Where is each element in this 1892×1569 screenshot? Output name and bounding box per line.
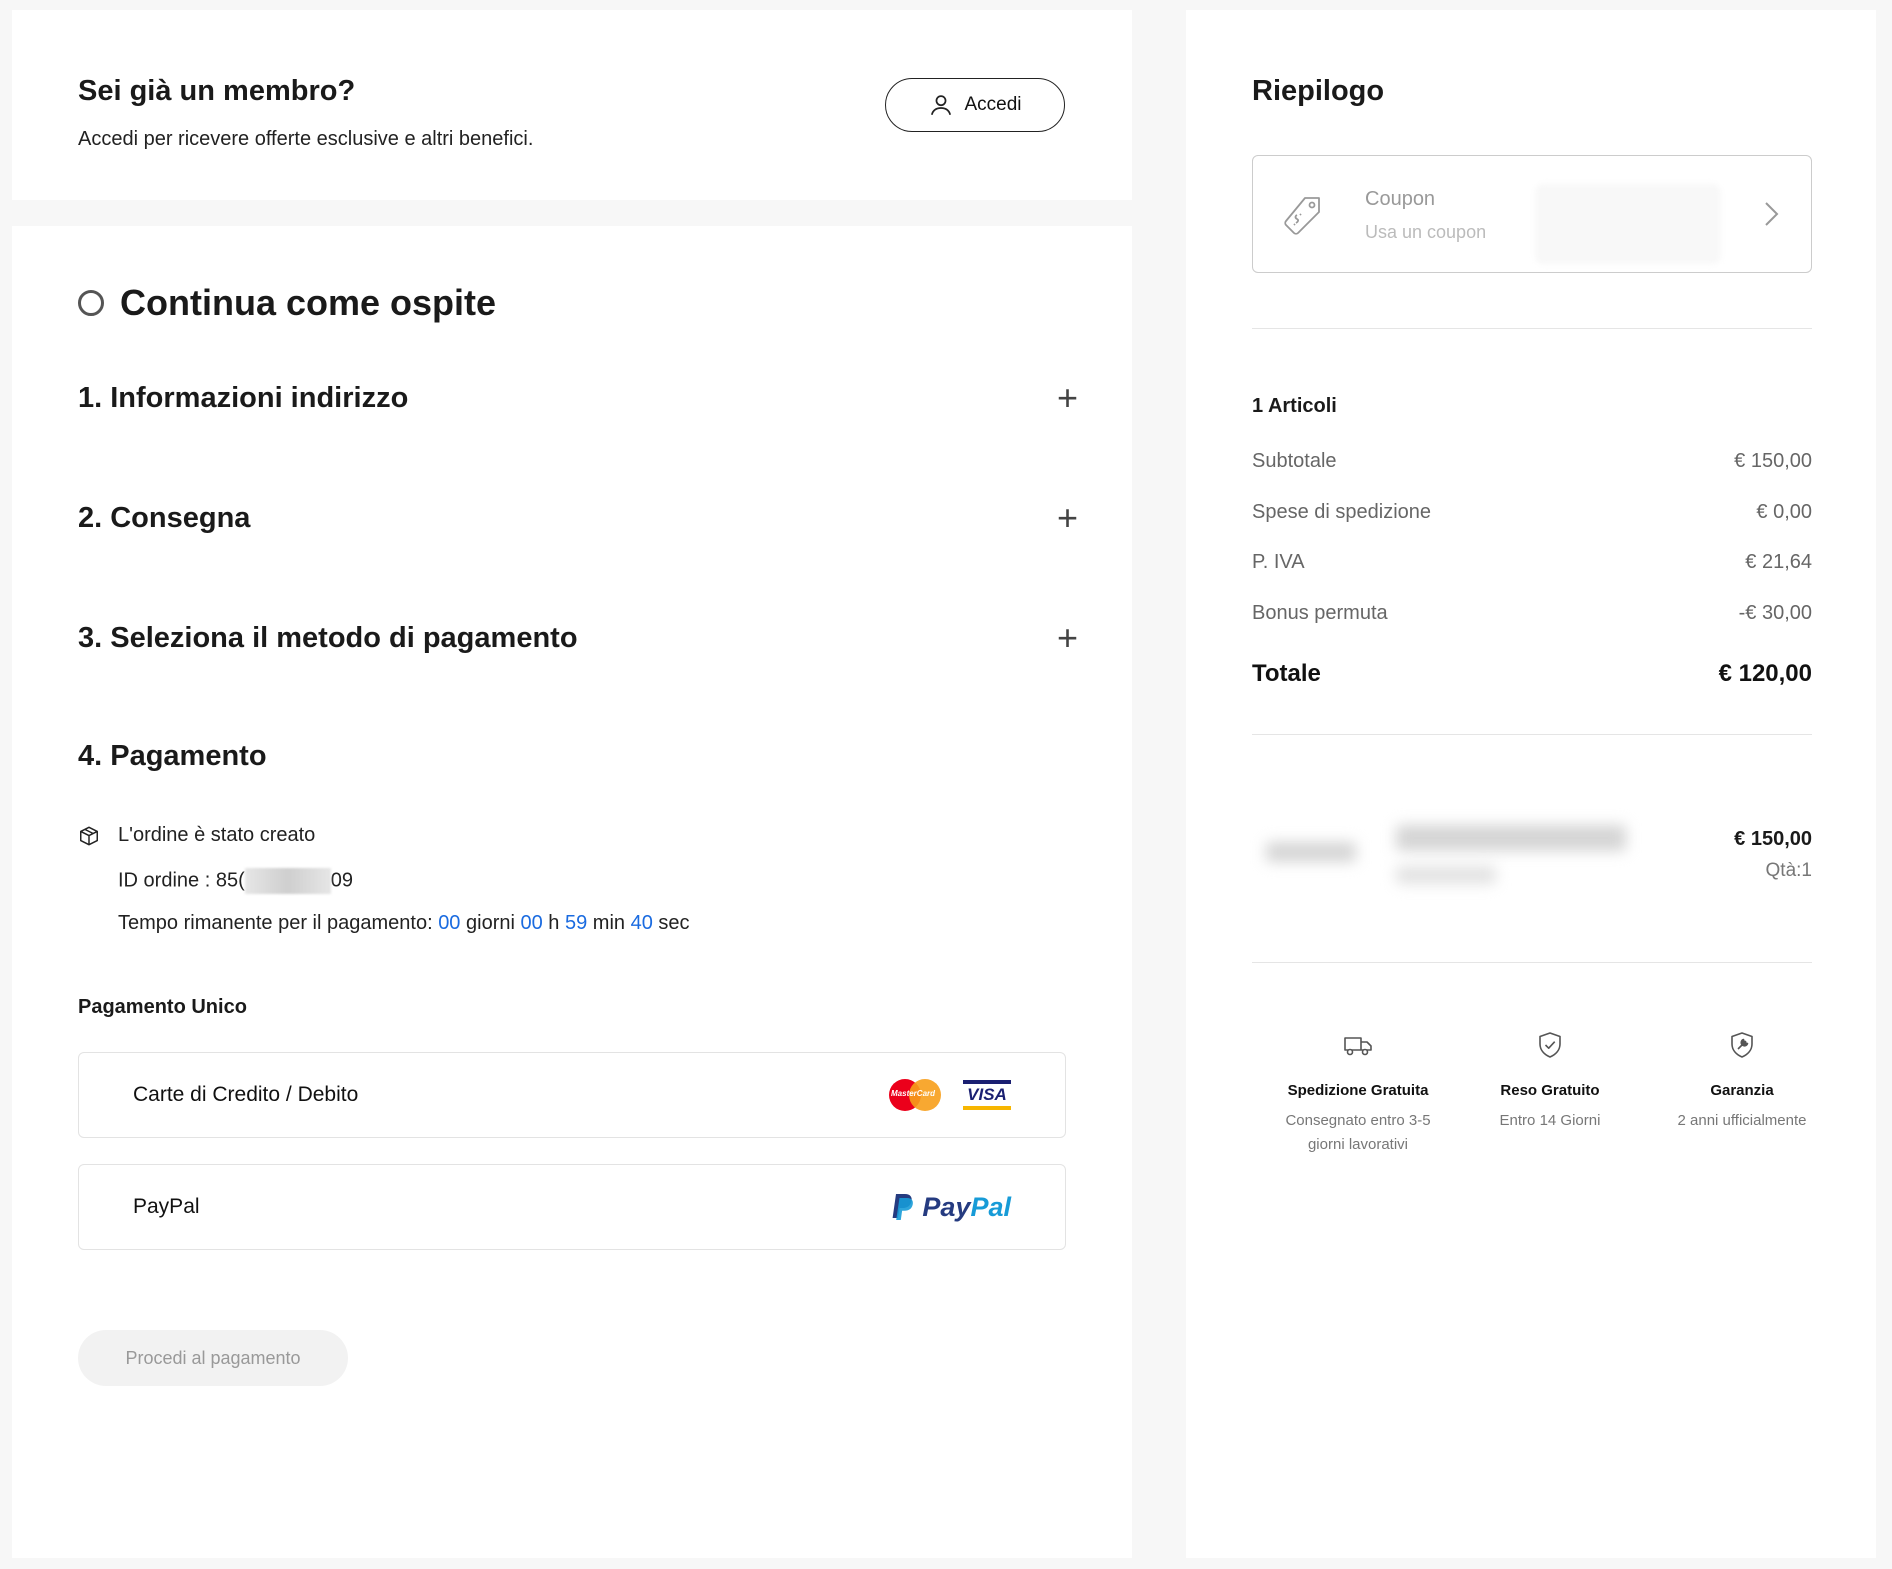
countdown-seconds: 40 [630,912,653,934]
order-id-label: ID ordine : [118,869,211,892]
countdown-label: Tempo rimanente per il pagamento: [118,912,433,934]
countdown-hours-unit: h [548,912,560,934]
feature-warranty-desc: 2 anni ufficialmente [1677,1112,1807,1129]
countdown-hours: 00 [520,912,543,934]
summary-panel: Riepilogo Coupon Usa un coupon 1 Articol… [1186,10,1876,1558]
guest-option[interactable]: Continua come ospite [78,282,496,324]
order-id-prefix: 85( [215,869,245,892]
package-icon [80,826,98,846]
countdown-seconds-unit: sec [658,912,690,934]
guest-title: Continua come ospite [120,282,497,323]
shipping-label: Spese di spedizione [1252,501,1432,523]
countdown-days-unit: giorni [466,912,515,934]
step-address-label: 1. Informazioni indirizzo [78,381,409,414]
vat-label: P. IVA [1252,551,1305,573]
subtotal-label: Subtotale [1252,450,1337,472]
features: Spedizione Gratuita Consegnato entro 3-5… [1270,1030,1830,1157]
login-label: Accedi [964,94,1022,115]
guest-radio[interactable] [78,290,104,316]
step-delivery[interactable]: 2. Consegna + [78,500,1078,536]
countdown-minutes-unit: min [592,912,626,934]
shield-wrench-icon [1731,1032,1753,1058]
paypal-logo: PayPal [890,1192,1011,1223]
total-label: Totale [1252,660,1321,687]
step-payment: 4. Pagamento [78,740,1078,773]
step-delivery-label: 2. Consegna [78,501,251,534]
payment-countdown: Tempo rimanente per il pagamento: 00 gio… [118,912,690,935]
card-logos: MasterCard VISA [889,1078,1011,1112]
coupon-title: Coupon [1365,188,1436,210]
product-image [1266,842,1356,862]
feature-free-shipping-title: Spedizione Gratuita [1287,1082,1429,1099]
divider [1252,328,1812,329]
mastercard-logo: MasterCard [889,1078,941,1112]
feature-free-shipping: Spedizione Gratuita Consegnato entro 3-5… [1270,1030,1446,1157]
feature-warranty-title: Garanzia [1710,1082,1774,1099]
user-icon [931,95,952,116]
summary-row-subtotal: Subtotale € 150,00 [1252,450,1812,473]
summary-title: Riepilogo [1252,75,1385,107]
member-title: Sei già un membro? [78,75,356,107]
summary-row-total: Totale € 120,00 [1252,660,1812,688]
subtotal-value: € 150,00 [1734,450,1812,472]
countdown-minutes: 59 [564,912,588,934]
summary-row-shipping: Spese di spedizione € 0,00 [1252,501,1812,524]
member-panel: Sei già un membro? Accedi per ricevere o… [12,10,1132,200]
order-created: L'ordine è stato creato [80,824,316,847]
plus-icon[interactable]: + [1057,500,1078,536]
login-button[interactable]: Accedi [885,78,1065,132]
visa-logo: VISA [963,1080,1011,1110]
summary-row-vat: P. IVA € 21,64 [1252,551,1812,574]
total-value: € 120,00 [1718,660,1812,687]
feature-warranty: Garanzia 2 anni ufficialmente [1654,1030,1830,1157]
divider [1252,962,1812,963]
paypal-wordmark: PayPal [922,1191,1011,1222]
payment-option-card[interactable]: Carte di Credito / Debito MasterCard VIS… [78,1052,1066,1138]
paypal-p-icon [893,1194,914,1220]
chevron-right-icon[interactable] [1763,200,1781,228]
truck-icon [1344,1037,1372,1056]
coupon-subtitle: Usa un coupon [1365,222,1487,242]
order-id-suffix: 09 [330,869,353,892]
plus-icon[interactable]: + [1057,380,1078,416]
feature-free-return-title: Reso Gratuito [1500,1082,1600,1099]
step-address[interactable]: 1. Informazioni indirizzo + [78,380,1078,416]
payment-option-paypal-label: PayPal [133,1195,200,1218]
order-id-redacted [244,868,331,894]
order-created-text: L'ordine è stato creato [118,824,316,846]
coupon-box[interactable]: Coupon Usa un coupon [1252,155,1812,273]
checkout-panel: Continua come ospite 1. Informazioni ind… [12,226,1132,1558]
feature-free-shipping-desc: Consegnato entro 3-5 giorni lavorativi [1285,1112,1431,1153]
step-payment-label: 4. Pagamento [78,740,267,772]
countdown-days: 00 [438,912,461,934]
step-payment-method-label: 3. Seleziona il metodo di pagamento [78,621,578,654]
summary-row-tradein: Bonus permuta -€ 30,00 [1252,602,1812,625]
coupon-tag-icon [1284,197,1320,235]
plus-icon[interactable]: + [1057,620,1078,656]
coupon-watermark [1535,184,1721,264]
step-payment-method[interactable]: 3. Seleziona il metodo di pagamento + [78,620,1078,656]
shipping-value: € 0,00 [1756,501,1812,523]
product-qty: Qtà:1 [1765,860,1812,881]
tradein-label: Bonus permuta [1252,602,1388,624]
product-price: € 150,00 [1734,828,1812,850]
feature-free-return: Reso Gratuito Entro 14 Giorni [1462,1030,1638,1157]
proceed-payment-button[interactable]: Procedi al pagamento [78,1330,348,1386]
feature-free-return-desc: Entro 14 Giorni [1499,1112,1601,1129]
payment-section-title: Pagamento Unico [78,996,247,1018]
product-variant-redacted [1396,866,1496,884]
member-subtitle: Accedi per ricevere offerte esclusive e … [78,128,534,150]
shield-check-icon [1539,1032,1561,1058]
vat-value: € 21,64 [1745,551,1812,573]
payment-option-paypal[interactable]: PayPal PayPal [78,1164,1066,1250]
articles-count: 1 Articoli [1252,395,1337,417]
divider [1252,734,1812,735]
product-name-redacted [1396,825,1626,851]
order-id: ID ordine : 85( 09 [118,868,353,894]
tradein-value: -€ 30,00 [1738,602,1812,624]
payment-option-card-label: Carte di Credito / Debito [133,1083,359,1106]
